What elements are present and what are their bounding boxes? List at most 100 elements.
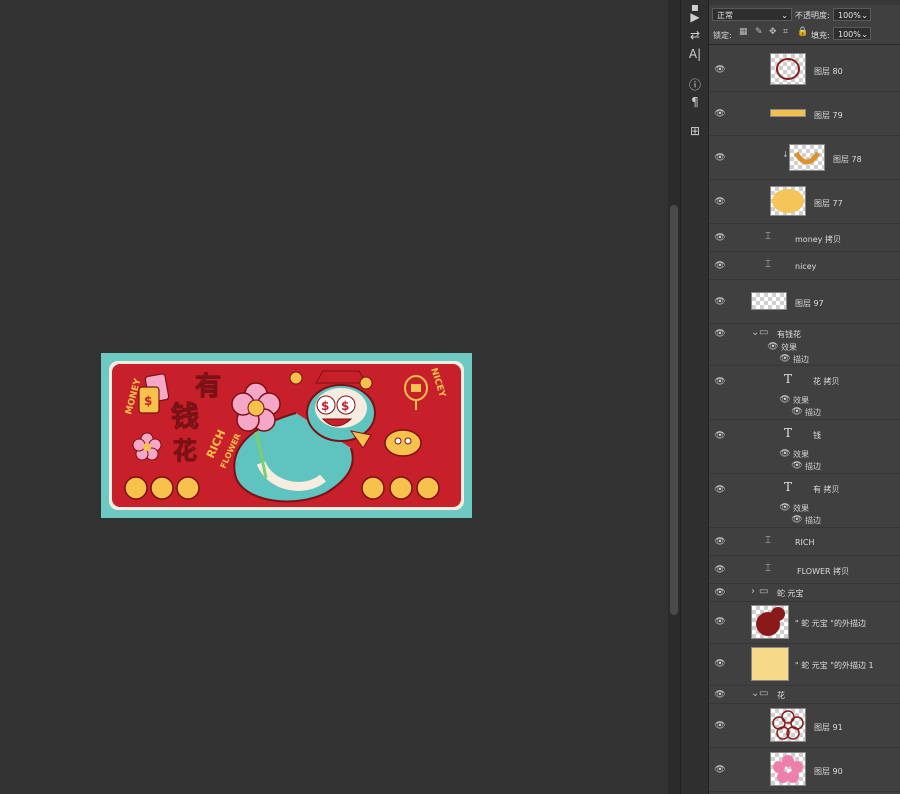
layer-name: FLOWER 拷贝 <box>797 567 850 576</box>
layer-row[interactable]: 👁 图层 79 <box>709 92 900 136</box>
blend-mode-dropdown[interactable]: 正常 ⌄ <box>712 8 792 21</box>
layer-group-row[interactable]: 👁 › ▭ 蛇 元宝 <box>709 584 900 602</box>
eye-icon[interactable]: 👁 <box>714 432 726 441</box>
divider <box>709 44 900 45</box>
eye-icon[interactable]: 👁 <box>791 516 803 525</box>
smart-object-icon: ⌶ <box>765 563 771 574</box>
lock-paint-icon[interactable]: ✎ <box>755 27 763 37</box>
eye-icon[interactable]: 👁 <box>767 343 779 352</box>
eye-icon[interactable]: 👁 <box>714 660 726 669</box>
smart-object-icon: ⌶ <box>765 535 771 546</box>
layer-row[interactable]: 👁 ⌶ FLOWER 拷贝 <box>709 556 900 584</box>
stroke-label: 描边 <box>805 408 821 417</box>
eye-icon[interactable]: 👁 <box>714 262 726 271</box>
folder-icon: ▭ <box>759 586 769 597</box>
eye-icon[interactable]: 👁 <box>714 486 726 495</box>
right-eye-symbol: $ <box>341 399 349 413</box>
stroke-label: 描边 <box>793 355 809 364</box>
coin-row-right <box>361 476 440 500</box>
paragraph-icon[interactable]: ¶ <box>681 95 709 109</box>
eye-icon[interactable]: 👁 <box>714 589 726 598</box>
eye-icon[interactable]: 👁 <box>714 234 726 243</box>
eye-icon[interactable]: 👁 <box>779 504 791 513</box>
eye-icon[interactable]: 👁 <box>714 154 726 163</box>
properties-icon[interactable]: ⊞ <box>681 124 709 138</box>
layer-name: 图层 77 <box>814 199 843 208</box>
layer-name: 有 拷贝 <box>813 485 840 494</box>
layer-name: " 蛇 元宝 "的外描边 <box>795 619 866 628</box>
layer-row[interactable]: 👁 ↓ 图层 78 <box>709 136 900 180</box>
eye-icon[interactable]: 👁 <box>714 566 726 575</box>
layer-row[interactable]: 👁 " 蛇 元宝 "的外描边 <box>709 602 900 644</box>
eye-icon[interactable]: 👁 <box>714 66 726 75</box>
eye-icon[interactable]: 👁 <box>714 198 726 207</box>
layer-thumbnail <box>751 605 789 639</box>
layer-row[interactable]: 👁 图层 91 <box>709 704 900 748</box>
eye-icon[interactable]: 👁 <box>714 722 726 731</box>
layer-row[interactable]: 👁 图层 97 <box>709 280 900 324</box>
eye-icon[interactable]: 👁 <box>714 378 726 387</box>
eye-icon[interactable]: 👁 <box>779 396 791 405</box>
lock-artboard-icon[interactable]: ⌗ <box>783 27 788 37</box>
effects-label: 效果 <box>793 396 809 405</box>
layer-group-row[interactable]: 👁 ⌄ ▭ 花 <box>709 686 900 704</box>
eye-icon[interactable]: 👁 <box>791 462 803 471</box>
layer-name: RICH <box>795 538 815 547</box>
layer-row[interactable]: 👁 T 花 拷贝 👁 效果 👁 描边 <box>709 366 900 420</box>
eye-icon[interactable]: 👁 <box>714 330 726 339</box>
info-icon[interactable]: ⓘ <box>681 76 709 93</box>
layer-name: 图层 80 <box>814 67 843 76</box>
panel-icon-strip: ▪ ▶ ⇄ A| ⓘ ¶ ⊞ <box>680 0 709 794</box>
chevron-right-icon[interactable]: › <box>751 586 755 597</box>
layer-name: 花 <box>777 691 785 700</box>
layer-name: 图层 97 <box>795 299 824 308</box>
eye-icon[interactable]: 👁 <box>779 450 791 459</box>
layers-panel: 正常 ⌄ 不透明度: 100% ⌄ 锁定: ▦ ✎ ✥ ⌗ 🔒 填充: 100%… <box>708 0 900 794</box>
eye-icon[interactable]: 👁 <box>714 766 726 775</box>
layer-row[interactable]: 👁 图层 80 <box>709 48 900 92</box>
layer-thumbnail <box>770 708 806 742</box>
eye-icon[interactable]: 👁 <box>714 618 726 627</box>
adjustments-icon[interactable]: ⇄ <box>681 28 709 42</box>
layer-row[interactable]: 👁 T 有 拷贝 👁 效果 👁 描边 <box>709 474 900 528</box>
char-qian: 钱 <box>171 400 199 433</box>
eye-icon[interactable]: 👁 <box>714 110 726 119</box>
eye-icon[interactable]: 👁 <box>714 691 726 700</box>
eye-icon[interactable]: 👁 <box>791 408 803 417</box>
layer-name: 蛇 元宝 <box>777 589 804 598</box>
eye-icon[interactable]: 👁 <box>779 355 791 364</box>
layer-row[interactable]: 👁 T 钱 👁 效果 👁 描边 <box>709 420 900 474</box>
red-envelope-artwork: MONEY NICEY $ 有 钱 花 RICH FLOWER $ $ <box>101 353 472 518</box>
fill-field[interactable]: 100% ⌄ <box>833 27 871 40</box>
document-canvas[interactable]: MONEY NICEY $ 有 钱 花 RICH FLOWER $ $ <box>0 0 668 794</box>
eye-icon[interactable]: 👁 <box>714 298 726 307</box>
layer-name: 图层 78 <box>833 155 862 164</box>
layer-name: money 拷贝 <box>795 235 841 244</box>
layer-row[interactable]: 👁 ⌶ money 拷贝 <box>709 224 900 252</box>
layer-row[interactable]: 👁 " 蛇 元宝 "的外描边 1 <box>709 644 900 686</box>
layer-row[interactable]: 👁 ⌶ RICH <box>709 528 900 556</box>
effects-label: 效果 <box>793 504 809 513</box>
lock-position-icon[interactable]: ✥ <box>769 27 777 37</box>
layer-row[interactable]: 👁 图层 90 <box>709 748 900 792</box>
opacity-field[interactable]: 100% ⌄ <box>833 8 871 21</box>
layer-row[interactable]: 👁 ⌶ nicey <box>709 252 900 280</box>
layer-name: nicey <box>795 262 817 271</box>
layer-group-row[interactable]: 👁 ⌄ ▭ 有钱花 👁 效果 👁 描边 <box>709 324 900 366</box>
layer-name: 图层 90 <box>814 767 843 776</box>
lock-all-icon[interactable]: 🔒 <box>797 27 808 37</box>
layer-name: 图层 91 <box>814 723 843 732</box>
lock-transparency-icon[interactable]: ▦ <box>739 27 748 37</box>
layer-row[interactable]: 👁 图层 77 <box>709 180 900 224</box>
eye-icon[interactable]: 👁 <box>714 538 726 547</box>
vertical-scrollbar[interactable] <box>668 0 680 794</box>
play-icon[interactable]: ▶ <box>681 10 709 24</box>
chevron-down-icon: ⌄ <box>861 30 868 39</box>
layer-thumbnail <box>751 647 789 681</box>
scrollbar-thumb[interactable] <box>670 205 678 615</box>
layer-name: 图层 79 <box>814 111 843 120</box>
fill-value: 100% <box>838 30 861 39</box>
character-icon[interactable]: A| <box>681 47 709 61</box>
panel-top-edge <box>709 0 900 5</box>
text-layer-icon: T <box>784 480 793 494</box>
